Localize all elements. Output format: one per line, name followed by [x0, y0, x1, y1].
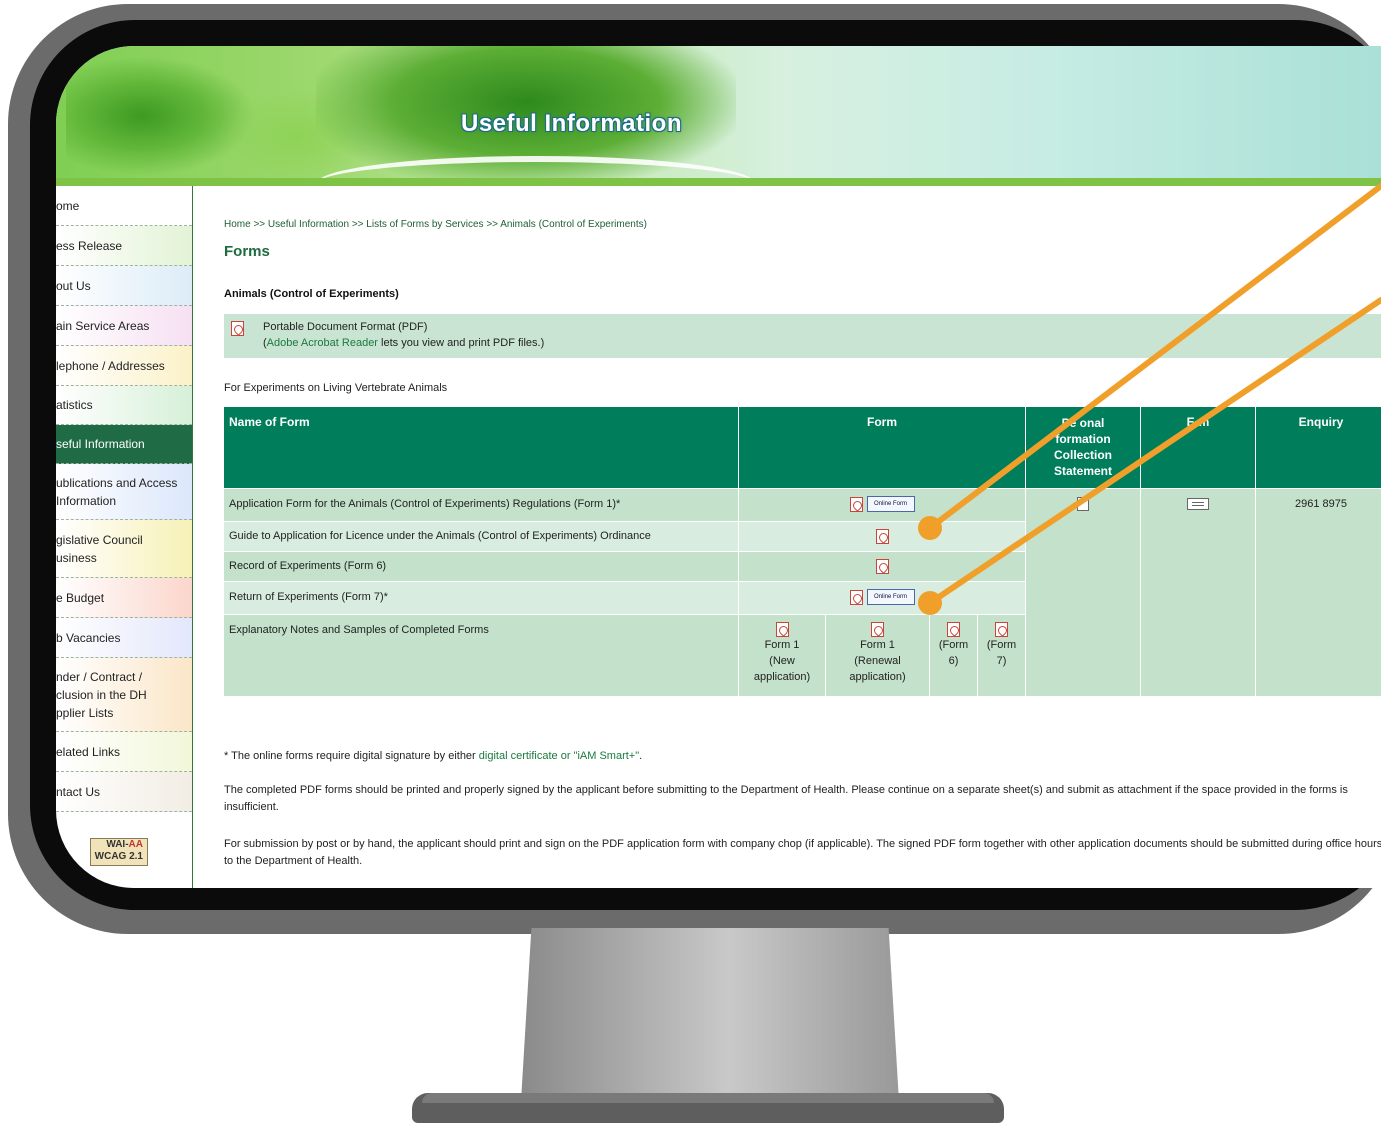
banner-title: Useful Information [461, 110, 683, 137]
pdf-notice: Portable Document Format (PDF) (Adobe Ac… [224, 314, 1381, 358]
pdf-icon[interactable] [875, 529, 889, 544]
completed-forms-note: The completed PDF forms should be printe… [224, 784, 1348, 813]
pdf-notice-title: Portable Document Format (PDF) [263, 321, 428, 333]
page-title: Forms [224, 243, 270, 260]
breadcrumb[interactable]: Home >> Useful Information >> Lists of F… [224, 219, 647, 230]
pdf-icon[interactable] [875, 559, 889, 574]
subheading: For Experiments on Living Vertebrate Ani… [224, 382, 448, 394]
sidebar-item-press-release[interactable]: ess Release [56, 226, 192, 266]
online-forms-note: * The online forms require digital signa… [224, 750, 643, 762]
sidebar-item-budget[interactable]: e Budget [56, 578, 192, 618]
digital-certificate-link[interactable]: digital certificate or "iAM Smart+" [479, 750, 639, 762]
online-form-button[interactable]: Online Form [866, 589, 915, 605]
table-row-form [739, 522, 1025, 551]
pics-cell [1026, 489, 1140, 696]
table-row-form [739, 552, 1025, 581]
pdf-icon[interactable] [849, 496, 863, 512]
wai-aa-badge[interactable]: WAI-AA WCAG 2.1 [90, 838, 148, 866]
adobe-reader-link[interactable]: Adobe Acrobat Reader [267, 337, 378, 349]
online-form-button[interactable]: Online Form [866, 496, 915, 512]
sample-form-6[interactable]: (Form 6) [930, 615, 977, 696]
header-form: Form [739, 407, 1025, 488]
sidebar-item-useful-information[interactable]: seful Information [56, 425, 192, 464]
sidebar-item-legislative-council[interactable]: gislative Council usiness [56, 520, 192, 578]
sidebar-item-home[interactable]: ome [56, 186, 192, 226]
table-row-form: Online Form [739, 582, 1025, 614]
sidebar-item-telephone-addresses[interactable]: lephone / Addresses [56, 346, 192, 386]
pdf-icon [871, 621, 884, 637]
sidebar-item-about-us[interactable]: out Us [56, 266, 192, 306]
main-content: Home >> Useful Information >> Lists of F… [224, 186, 1381, 888]
sidebar-item-related-links[interactable]: elated Links [56, 732, 192, 772]
table-row-name: Guide to Application for Licence under t… [224, 522, 738, 551]
screen: Useful Information ome ess Release out U… [56, 46, 1381, 888]
sample-form-1-new[interactable]: Form 1 (New application) [739, 615, 825, 696]
pdf-icon [775, 621, 789, 637]
page-banner: Useful Information [56, 46, 1381, 186]
pdf-notice-text: (Adobe Acrobat Reader lets you view and … [263, 337, 545, 349]
submission-note: For submission by post or by hand, the a… [224, 838, 1381, 867]
sidebar-item-statistics[interactable]: atistics [56, 386, 192, 425]
sidebar-item-publications[interactable]: ublications and Access Information [56, 464, 192, 520]
sidebar-item-job-vacancies[interactable]: b Vacancies [56, 618, 192, 658]
monitor-stand [520, 928, 900, 1118]
header-enquiry: Enquiry [1256, 407, 1381, 488]
sidebar-nav: ome ess Release out Us ain Service Areas… [56, 186, 193, 888]
sidebar-item-main-service-areas[interactable]: ain Service Areas [56, 306, 192, 346]
table-row-name: Return of Experiments (Form 7)* [224, 582, 738, 614]
document-icon[interactable] [1077, 497, 1089, 511]
header-email: E-m [1141, 407, 1255, 488]
section-title: Animals (Control of Experiments) [224, 288, 399, 300]
sidebar-item-tender-contract[interactable]: nder / Contract / clusion in the DH ppli… [56, 658, 192, 732]
header-personal-information: Pe onal formation Collection Statement [1026, 407, 1140, 488]
table-row-name: Explanatory Notes and Samples of Complet… [224, 615, 738, 696]
table-row-name: Application Form for the Animals (Contro… [224, 489, 738, 521]
sample-form-1-renewal[interactable]: Form 1 (Renewal application) [826, 615, 929, 696]
email-cell [1141, 489, 1255, 696]
banner-underline [56, 178, 1381, 186]
table-row-name: Record of Experiments (Form 6) [224, 552, 738, 581]
pdf-icon [995, 621, 1008, 637]
header-name-of-form: Name of Form [224, 407, 738, 488]
monitor-base [412, 1093, 1004, 1123]
pdf-icon[interactable] [849, 589, 863, 605]
pdf-icon [231, 321, 244, 336]
sidebar-item-contact-us[interactable]: ntact Us [56, 772, 192, 812]
table-row-form: Online Form [739, 489, 1025, 521]
email-icon[interactable] [1187, 498, 1209, 510]
enquiry-cell: 2961 8975 [1256, 489, 1381, 696]
sample-form-7[interactable]: (Form 7) [978, 615, 1025, 696]
pdf-icon [947, 621, 960, 637]
